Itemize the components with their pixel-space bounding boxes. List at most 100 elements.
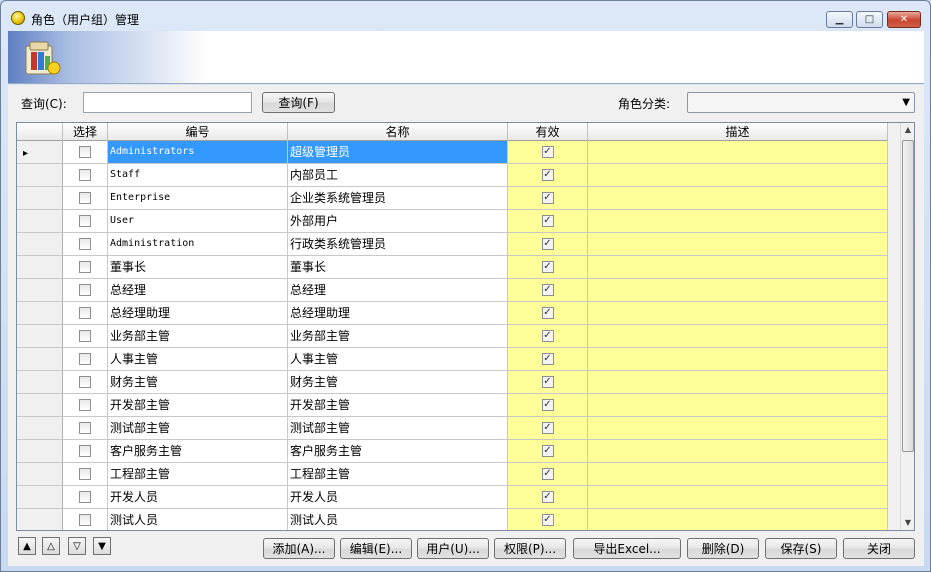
select-checkbox[interactable] xyxy=(79,306,91,319)
select-checkbox[interactable] xyxy=(79,237,91,250)
valid-checkbox[interactable]: ✓ xyxy=(541,214,554,227)
select-cell[interactable] xyxy=(63,371,108,394)
code-cell[interactable]: 董事长 xyxy=(108,256,288,279)
select-cell[interactable] xyxy=(63,302,108,325)
desc-cell[interactable] xyxy=(588,210,888,233)
select-checkbox[interactable] xyxy=(79,352,91,365)
valid-checkbox[interactable]: ✓ xyxy=(541,260,554,273)
desc-cell[interactable] xyxy=(588,164,888,187)
valid-checkbox[interactable]: ✓ xyxy=(541,329,554,342)
valid-cell[interactable]: ✓ xyxy=(508,486,588,509)
select-cell[interactable] xyxy=(63,187,108,210)
column-header-desc[interactable]: 描述 xyxy=(588,123,888,141)
valid-cell[interactable]: ✓ xyxy=(508,141,588,164)
select-cell[interactable] xyxy=(63,417,108,440)
name-cell[interactable]: 业务部主管 xyxy=(288,325,508,348)
select-checkbox[interactable] xyxy=(79,191,91,204)
select-checkbox[interactable] xyxy=(79,168,91,181)
vertical-scrollbar[interactable]: ▲ ▼ xyxy=(900,123,914,530)
valid-checkbox[interactable]: ✓ xyxy=(541,467,554,480)
select-checkbox[interactable] xyxy=(79,375,91,388)
table-row[interactable]: Administration 行政类系统管理员 ✓ xyxy=(17,233,901,256)
table-row[interactable]: 董事长 董事长 ✓ xyxy=(17,256,901,279)
row-header[interactable] xyxy=(17,440,63,463)
column-header-code[interactable]: 编号 xyxy=(108,123,288,141)
table-row[interactable]: ▸ Administrators 超级管理员 ✓ xyxy=(17,141,901,164)
move-last-button[interactable]: ▼ xyxy=(93,537,111,555)
table-row[interactable]: 人事主管 人事主管 ✓ xyxy=(17,348,901,371)
code-cell[interactable]: 测试人员 xyxy=(108,509,288,530)
scroll-down-icon[interactable]: ▼ xyxy=(901,516,914,530)
valid-cell[interactable]: ✓ xyxy=(508,394,588,417)
desc-cell[interactable] xyxy=(588,440,888,463)
row-header[interactable] xyxy=(17,210,63,233)
valid-checkbox[interactable]: ✓ xyxy=(541,444,554,457)
row-header[interactable] xyxy=(17,325,63,348)
table-row[interactable]: Enterprise 企业类系统管理员 ✓ xyxy=(17,187,901,210)
select-cell[interactable] xyxy=(63,463,108,486)
row-header[interactable] xyxy=(17,256,63,279)
code-cell[interactable]: 开发部主管 xyxy=(108,394,288,417)
valid-checkbox[interactable]: ✓ xyxy=(541,398,554,411)
table-row[interactable]: 业务部主管 业务部主管 ✓ xyxy=(17,325,901,348)
code-cell[interactable]: 总经理 xyxy=(108,279,288,302)
code-cell[interactable]: 财务主管 xyxy=(108,371,288,394)
code-cell[interactable]: 人事主管 xyxy=(108,348,288,371)
valid-checkbox[interactable]: ✓ xyxy=(541,145,554,158)
desc-cell[interactable] xyxy=(588,417,888,440)
name-cell[interactable]: 开发人员 xyxy=(288,486,508,509)
row-header[interactable] xyxy=(17,279,63,302)
row-header[interactable] xyxy=(17,348,63,371)
desc-cell[interactable] xyxy=(588,279,888,302)
valid-checkbox[interactable]: ✓ xyxy=(541,352,554,365)
select-checkbox[interactable] xyxy=(79,260,91,273)
valid-cell[interactable]: ✓ xyxy=(508,187,588,210)
select-checkbox[interactable] xyxy=(79,421,91,434)
column-header-valid[interactable]: 有效 xyxy=(508,123,588,141)
valid-cell[interactable]: ✓ xyxy=(508,279,588,302)
select-checkbox[interactable] xyxy=(79,444,91,457)
name-cell[interactable]: 外部用户 xyxy=(288,210,508,233)
valid-checkbox[interactable]: ✓ xyxy=(541,283,554,296)
delete-button[interactable]: 删除(D) xyxy=(687,538,759,559)
valid-cell[interactable]: ✓ xyxy=(508,302,588,325)
valid-cell[interactable]: ✓ xyxy=(508,440,588,463)
move-down-button[interactable]: ▽ xyxy=(68,537,86,555)
row-header[interactable] xyxy=(17,417,63,440)
name-cell[interactable]: 测试人员 xyxy=(288,509,508,530)
scroll-up-icon[interactable]: ▲ xyxy=(901,123,914,137)
column-header-select[interactable]: 选择 xyxy=(63,123,108,141)
select-cell[interactable] xyxy=(63,509,108,530)
select-cell[interactable] xyxy=(63,141,108,164)
code-cell[interactable]: 业务部主管 xyxy=(108,325,288,348)
desc-cell[interactable] xyxy=(588,486,888,509)
code-cell[interactable]: 开发人员 xyxy=(108,486,288,509)
desc-cell[interactable] xyxy=(588,348,888,371)
name-cell[interactable]: 测试部主管 xyxy=(288,417,508,440)
name-cell[interactable]: 董事长 xyxy=(288,256,508,279)
valid-cell[interactable]: ✓ xyxy=(508,256,588,279)
select-checkbox[interactable] xyxy=(79,283,91,296)
column-header-name[interactable]: 名称 xyxy=(288,123,508,141)
valid-checkbox[interactable]: ✓ xyxy=(541,237,554,250)
export-excel-button[interactable]: 导出Excel... xyxy=(573,538,681,559)
row-header[interactable] xyxy=(17,233,63,256)
name-cell[interactable]: 企业类系统管理员 xyxy=(288,187,508,210)
code-cell[interactable]: 客户服务主管 xyxy=(108,440,288,463)
select-checkbox[interactable] xyxy=(79,214,91,227)
edit-button[interactable]: 编辑(E)... xyxy=(340,538,412,559)
desc-cell[interactable] xyxy=(588,141,888,164)
name-cell[interactable]: 工程部主管 xyxy=(288,463,508,486)
desc-cell[interactable] xyxy=(588,233,888,256)
table-row[interactable]: 开发人员 开发人员 ✓ xyxy=(17,486,901,509)
row-header[interactable] xyxy=(17,302,63,325)
code-cell[interactable]: Administration xyxy=(108,233,288,256)
valid-cell[interactable]: ✓ xyxy=(508,509,588,530)
valid-checkbox[interactable]: ✓ xyxy=(541,421,554,434)
code-cell[interactable]: 工程部主管 xyxy=(108,463,288,486)
name-cell[interactable]: 客户服务主管 xyxy=(288,440,508,463)
valid-checkbox[interactable]: ✓ xyxy=(541,375,554,388)
maximize-button[interactable]: □ xyxy=(856,11,883,28)
valid-cell[interactable]: ✓ xyxy=(508,463,588,486)
table-row[interactable]: 测试人员 测试人员 ✓ xyxy=(17,509,901,530)
